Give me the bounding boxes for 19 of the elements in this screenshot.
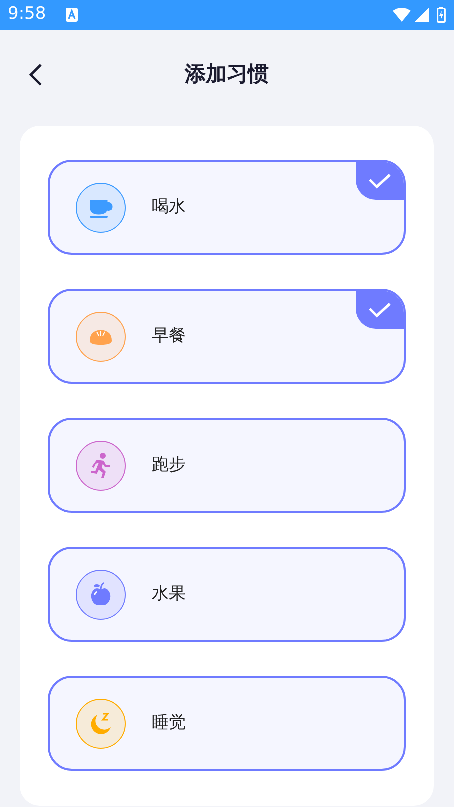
habit-label: 水果	[152, 582, 186, 606]
notification-icon	[66, 8, 78, 22]
habit-card[interactable]: 喝水	[48, 160, 406, 255]
habit-card[interactable]: 跑步	[48, 418, 406, 513]
status-time: 9:58	[8, 3, 46, 26]
back-icon	[29, 63, 43, 87]
habit-label: 喝水	[152, 196, 186, 219]
habit-label: 早餐	[152, 324, 186, 348]
habit-card[interactable]: 睡觉	[48, 676, 406, 771]
page-title: 添加习惯	[185, 61, 269, 88]
checkmark-icon	[368, 173, 392, 189]
wifi-icon	[393, 8, 411, 22]
habit-label: 睡觉	[152, 712, 186, 735]
habit-card[interactable]: 早餐	[48, 289, 406, 384]
battery-icon	[437, 7, 446, 23]
habit-card[interactable]: 水果	[48, 547, 406, 642]
habit-label: 跑步	[152, 454, 186, 477]
signal-icon	[415, 8, 429, 22]
checkmark-icon	[368, 302, 392, 318]
